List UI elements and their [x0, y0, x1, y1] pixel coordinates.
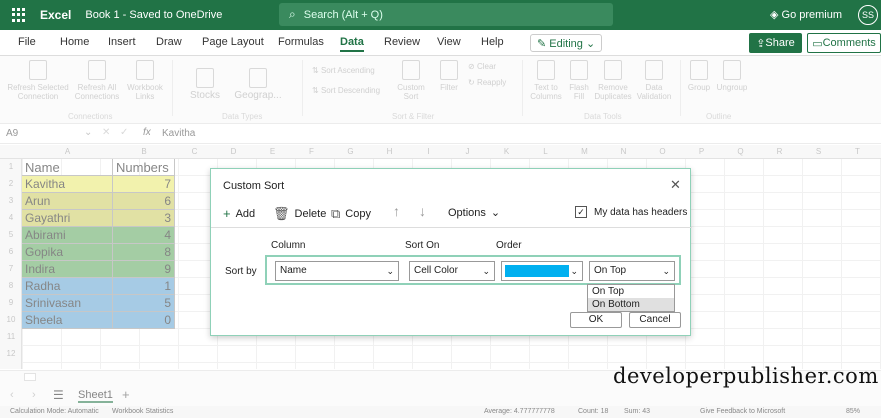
sort-by-label: Sort by: [225, 266, 257, 277]
comment-icon: ▭: [812, 37, 823, 50]
tab-home[interactable]: Home: [60, 36, 89, 48]
dropdown-option-on-bottom[interactable]: On Bottom: [588, 298, 674, 311]
chevron-down-icon: ⌄: [482, 266, 490, 276]
dialog-title: Custom Sort: [223, 180, 285, 192]
tab-review[interactable]: Review: [384, 36, 420, 48]
plus-icon: +: [223, 206, 231, 221]
chevron-down-icon: ⌄: [386, 266, 394, 276]
color-swatch: [505, 265, 569, 277]
editing-mode-button[interactable]: ✎ Editing ⌄: [530, 34, 603, 52]
calculation-mode[interactable]: Calculation Mode: Automatic: [10, 408, 99, 415]
search-placeholder: Search (Alt + Q): [303, 8, 383, 21]
tab-file[interactable]: File: [18, 36, 36, 48]
avatar[interactable]: SS: [858, 5, 878, 25]
headers-checkbox[interactable]: ✓ My data has headers: [575, 206, 687, 218]
dialog-divider: [211, 227, 692, 228]
sort-on-select[interactable]: Cell Color ⌄: [409, 261, 495, 281]
sum-stat: Sum: 43: [624, 408, 651, 415]
column-select[interactable]: Name ⌄: [275, 261, 399, 281]
trash-icon: 🗑: [273, 206, 290, 221]
add-level-button[interactable]: + Add: [223, 206, 255, 221]
chevron-down-icon: ⌄: [490, 207, 501, 219]
chevron-down-icon: ⌄: [662, 266, 670, 276]
watermark: developerpublisher.com: [613, 364, 879, 388]
chevron-down-icon: ⌄: [570, 266, 578, 276]
order-label: Order: [496, 240, 522, 251]
app-name[interactable]: Excel: [40, 8, 71, 22]
zoom-level[interactable]: 85%: [846, 408, 860, 415]
feedback-link[interactable]: Give Feedback to Microsoft: [700, 408, 785, 415]
move-up-icon[interactable]: ↑: [393, 203, 400, 219]
pencil-icon: ✎: [537, 38, 550, 50]
go-premium-link[interactable]: ◈ Go premium: [770, 8, 842, 21]
status-bar: Calculation Mode: Automatic Workbook Sta…: [0, 406, 881, 418]
search-icon: ⌕: [289, 7, 296, 21]
count-stat: Count: 18: [578, 408, 609, 415]
color-select[interactable]: ⌄: [501, 261, 583, 281]
copy-icon: ⧉: [331, 206, 341, 221]
diamond-icon: ◈: [770, 9, 782, 21]
chevron-down-icon: ⌄: [582, 38, 596, 50]
ok-button[interactable]: OK: [570, 312, 622, 328]
tab-data[interactable]: Data: [340, 36, 364, 52]
move-down-icon[interactable]: ↓: [419, 203, 426, 219]
delete-level-button[interactable]: 🗑 Delete: [273, 206, 326, 222]
cancel-button[interactable]: Cancel: [629, 312, 681, 328]
tab-help[interactable]: Help: [481, 36, 504, 48]
close-icon[interactable]: ✕: [670, 177, 681, 193]
tab-page-layout[interactable]: Page Layout: [202, 36, 264, 48]
average-stat: Average: 4.777777778: [484, 408, 555, 415]
title-bar: Excel Book 1 - Saved to OneDrive ⌕ Searc…: [0, 0, 881, 30]
comments-button[interactable]: ▭ Comments: [807, 33, 881, 53]
sort-level-row: Name ⌄ Cell Color ⌄ ⌄ On Top ⌄: [265, 255, 681, 285]
tab-formulas[interactable]: Formulas: [278, 36, 324, 48]
tab-view[interactable]: View: [437, 36, 461, 48]
tab-insert[interactable]: Insert: [108, 36, 136, 48]
column-label: Column: [271, 240, 306, 251]
checkmark-icon: ✓: [575, 206, 587, 218]
sort-on-label: Sort On: [405, 240, 440, 251]
position-select[interactable]: On Top ⌄: [589, 261, 675, 281]
document-name[interactable]: Book 1 - Saved to OneDrive: [85, 9, 222, 21]
share-button[interactable]: ⇪ Share: [749, 33, 802, 53]
tab-draw[interactable]: Draw: [156, 36, 182, 48]
options-button[interactable]: Options ⌄: [448, 206, 501, 220]
search-box[interactable]: ⌕ Search (Alt + Q): [279, 3, 613, 26]
share-icon: ⇪: [756, 37, 766, 50]
dropdown-option-on-top[interactable]: On Top: [588, 285, 674, 298]
position-dropdown-list: On Top On Bottom: [587, 284, 675, 312]
workbook-statistics[interactable]: Workbook Statistics: [112, 408, 173, 415]
copy-level-button[interactable]: ⧉ Copy: [331, 206, 371, 222]
app-launcher-icon[interactable]: [12, 8, 26, 22]
